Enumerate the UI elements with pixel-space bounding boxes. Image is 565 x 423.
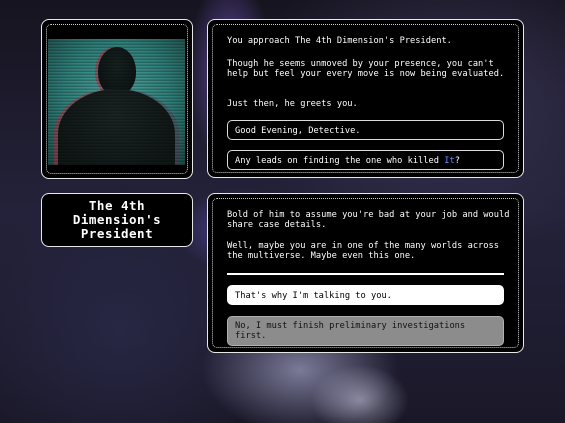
character-portrait: [48, 39, 185, 165]
narration-bold: Bold of him to assume you're bad at your…: [227, 210, 510, 230]
narration-observation: Though he seems unmoved by your presence…: [227, 59, 505, 79]
portrait-card: [41, 19, 193, 179]
choice-talking-to-you[interactable]: That's why I'm talking to you.: [227, 285, 504, 305]
dialog-box-response: Bold of him to assume you're bad at your…: [207, 193, 524, 353]
narration-multiverse: Well, maybe you are in one of the many w…: [227, 241, 499, 261]
divider-line: [227, 273, 504, 275]
character-name-line3: President: [80, 226, 154, 241]
character-name: The 4th Dimension's President: [73, 199, 161, 241]
narration-intro: You approach The 4th Dimension's Preside…: [227, 36, 452, 46]
character-name-card: The 4th Dimension's President: [41, 193, 193, 247]
highlight-it: It: [444, 156, 455, 166]
dialog-option-any-leads[interactable]: Any leads on finding the one who killed …: [227, 150, 504, 170]
choice-finish-investigations[interactable]: No, I must finish preliminary investigat…: [227, 316, 504, 346]
option-question-mark: ?: [454, 156, 460, 166]
character-name-line2: Dimension's: [72, 212, 162, 227]
character-name-line1: The 4th: [88, 198, 146, 213]
dialog-box-greeting: You approach The 4th Dimension's Preside…: [207, 19, 524, 178]
scanline-overlay: [48, 39, 185, 165]
option-text: Any leads on finding the one who killed: [235, 156, 445, 166]
narration-greeting: Just then, he greets you.: [227, 99, 358, 109]
dialog-option-good-evening[interactable]: Good Evening, Detective.: [227, 120, 504, 140]
